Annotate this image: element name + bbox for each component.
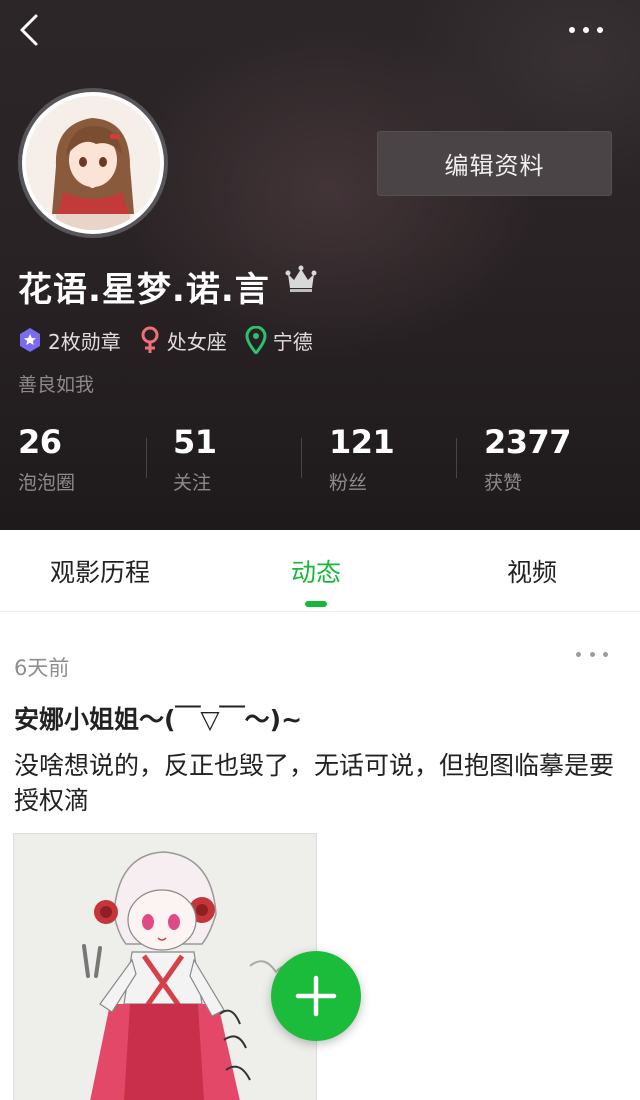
stat-following[interactable]: 51 关注	[173, 420, 328, 495]
tab-moments[interactable]: 动态	[216, 530, 416, 612]
avatar-illustration	[26, 96, 160, 230]
stat-circles[interactable]: 26 泡泡圈	[18, 420, 173, 495]
profile-tabs: 观影历程 动态 视频	[0, 530, 640, 612]
crown-icon[interactable]	[284, 264, 318, 294]
location-label: 宁德	[272, 329, 313, 354]
user-name: 花语.星梦.诺.言	[18, 270, 270, 310]
post-timestamp: 6天前	[14, 656, 70, 680]
stat-label: 获赞	[484, 472, 523, 494]
profile-header: 编辑资料 花语.星梦.诺.言 2枚勋章 处女座 宁德 善良如我 26 泡泡圈 5…	[0, 0, 640, 530]
back-button[interactable]	[14, 12, 50, 48]
user-bio: 善良如我	[18, 374, 95, 396]
stat-followers[interactable]: 121 粉丝	[329, 420, 484, 495]
avatar[interactable]	[18, 88, 168, 238]
zodiac-badge: 处女座	[139, 326, 227, 355]
profile-badges: 2枚勋章 处女座 宁德	[18, 325, 331, 355]
active-tab-indicator	[305, 601, 327, 607]
tab-videos[interactable]: 视频	[432, 530, 632, 612]
stat-label: 泡泡圈	[18, 472, 76, 494]
stat-value: 26	[18, 423, 62, 461]
stat-divider	[146, 438, 147, 478]
create-post-button[interactable]	[271, 951, 361, 1041]
zodiac-label: 处女座	[166, 329, 227, 354]
stat-divider	[301, 438, 302, 478]
edit-profile-button[interactable]: 编辑资料	[377, 131, 612, 196]
post-image[interactable]	[13, 833, 317, 1100]
stat-value: 121	[329, 423, 395, 461]
medal-icon	[20, 328, 40, 352]
medal-count-label: 2枚勋章	[48, 329, 121, 354]
location-pin-icon	[245, 326, 267, 354]
more-dots-icon	[569, 27, 575, 33]
stat-value: 2377	[484, 423, 572, 461]
tab-viewing-history[interactable]: 观影历程	[0, 530, 200, 612]
medal-badge[interactable]: 2枚勋章	[18, 326, 121, 355]
location-badge: 宁德	[245, 326, 313, 355]
post-title: 安娜小姐姐～(￣▽￣～)~	[14, 705, 303, 734]
stat-label: 关注	[173, 472, 212, 494]
stat-value: 51	[173, 423, 217, 461]
back-arrow-icon	[20, 14, 38, 46]
female-icon	[141, 326, 159, 353]
more-button[interactable]	[566, 18, 606, 42]
post-drawing	[14, 834, 316, 1100]
more-dots-icon	[576, 651, 581, 657]
profile-stats: 26 泡泡圈 51 关注 121 粉丝 2377 获赞	[0, 420, 640, 500]
stat-label: 粉丝	[329, 472, 368, 494]
post-body: 没啥想说的，反正也毁了，无话可说，但抱图临摹是要授权滴	[14, 751, 615, 815]
stat-likes[interactable]: 2377 获赞	[484, 420, 639, 495]
post-more-button[interactable]	[574, 646, 610, 662]
stat-divider	[456, 438, 457, 478]
plus-icon	[295, 975, 337, 1017]
